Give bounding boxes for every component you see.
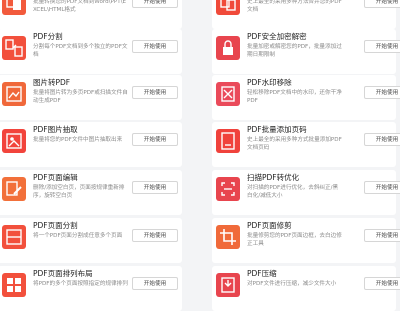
pdf-page-edit-icon	[2, 177, 26, 201]
tool-title: PDF图片抽取	[33, 125, 78, 134]
tool-description: 将一个PDF页面分割成任意多个页面	[33, 233, 123, 239]
tool-description: 批量加密或解密您的PDF，批量添加过期日期限制	[247, 44, 342, 58]
tool-description: 分割每个PDF文档到多个独立的PDF文档	[33, 44, 128, 58]
pdf-compress-icon	[216, 273, 240, 297]
tool-description: 将PDF的多个页面按照指定的规律排列	[33, 281, 128, 287]
pdf-merge-icon	[216, 0, 240, 15]
tool-card: PDF合并大师史上最全的采用多种方法合并您的PDF文档开始使用	[212, 0, 400, 29]
start-button[interactable]: 开始使用	[132, 229, 178, 242]
pdf-split-icon	[2, 36, 26, 60]
tool-title: PDF页面排列布局	[33, 269, 93, 278]
tool-card: PDF安全加密解密批量加密或解密您的PDF，批量添加过期日期限制 开始使用	[212, 29, 400, 74]
start-button[interactable]: 开始使用	[132, 0, 178, 8]
pdf-image-extract-icon	[2, 129, 26, 153]
tool-title: PDF页面修剪	[247, 221, 292, 230]
tool-title: PDF批量添加页码	[247, 125, 307, 134]
tool-card: PDF分割分割每个PDF文档到多个独立的PDF文档 开始使用	[0, 29, 182, 74]
image-to-pdf-icon	[2, 82, 26, 106]
tool-title: 扫描PDF转优化	[247, 173, 300, 182]
pdf-to-office-icon	[2, 0, 26, 15]
tool-title: PDF压缩	[247, 269, 277, 278]
start-button[interactable]: 开始使用	[364, 40, 400, 53]
start-button[interactable]: 开始使用	[132, 133, 178, 146]
tool-description: 批量将您的PDF文件中图片抽取出来	[33, 137, 123, 143]
tool-description: 批量修剪您的PDF页面边框，去白边修正工具	[247, 233, 342, 247]
tool-title: PDF安全加密解密	[247, 32, 307, 41]
tool-description: 批量将图片转为多页PDF或扫描文件自动生成PDF	[33, 90, 128, 104]
start-button[interactable]: 开始使用	[132, 86, 178, 99]
tool-title: PDF分割	[33, 32, 63, 41]
start-button[interactable]: 开始使用	[364, 86, 400, 99]
start-button[interactable]: 开始使用	[364, 277, 400, 290]
tool-title: PDF水印移除	[247, 78, 292, 87]
tool-card: PDF页面修剪批量修剪您的PDF页面边框，去白边修正工具 开始使用	[212, 218, 400, 263]
tool-card: PDF页面分割将一个PDF页面分割成任意多个页面 开始使用	[0, 218, 182, 263]
pdf-page-split-icon	[2, 225, 26, 249]
scan-pdf-optimize-icon	[216, 177, 240, 201]
tool-card: PDF压缩对PDF文件进行压缩，减少文件大小 开始使用	[212, 266, 400, 311]
tool-card: PDF批量转Office文档批量转换您的PDF文档到Word\PPT\EXCEL…	[0, 0, 182, 29]
tool-description: 批量转换您的PDF文档到Word\PPT\EXCEL\HTML格式	[33, 0, 127, 13]
tool-card: PDF页面编辑删除/添加空白页，页面按规律重新排序，旋转空白页 开始使用	[0, 170, 182, 215]
tool-card: PDF图片抽取批量将您的PDF文件中图片抽取出来 开始使用	[0, 122, 182, 167]
tool-card: PDF页面排列布局将PDF的多个页面按照指定的规律排列 开始使用	[0, 266, 182, 311]
tool-title: PDF页面分割	[33, 221, 78, 230]
pdf-page-number-icon	[216, 129, 240, 153]
pdf-page-trim-icon	[216, 225, 240, 249]
tool-card: PDF批量添加页码史上最全的采用多种方式批量添加PDF文档页码 开始使用	[212, 122, 400, 167]
start-button[interactable]: 开始使用	[132, 181, 178, 194]
start-button[interactable]: 开始使用	[364, 181, 400, 194]
start-button[interactable]: 开始使用	[364, 0, 400, 8]
tool-title: PDF页面编辑	[33, 173, 78, 182]
tool-description: 史上最全的采用多种方式批量添加PDF文档页码	[247, 137, 342, 151]
tool-description: 对PDF文件进行压缩，减少文件大小	[247, 281, 337, 287]
pdf-page-layout-icon	[2, 273, 26, 297]
tool-description: 删除/添加空白页，页面按规律重新排序，旋转空白页	[33, 185, 125, 199]
tool-description: 轻松移除PDF文档中的水印，还你干净PDF	[247, 90, 342, 104]
tool-description: 史上最全的采用多种方法合并您的PDF文档	[247, 0, 342, 13]
tool-card: 扫描PDF转优化对扫描的PDF进行优化，去斜纠正/黑白化/减低大小 开始使用	[212, 170, 400, 215]
tool-title: 图片转PDF	[33, 78, 71, 87]
start-button[interactable]: 开始使用	[132, 40, 178, 53]
tool-description: 对扫描的PDF进行优化，去斜纠正/黑白化/减低大小	[247, 185, 339, 199]
pdf-security-icon	[216, 36, 240, 60]
start-button[interactable]: 开始使用	[364, 133, 400, 146]
start-button[interactable]: 开始使用	[132, 277, 178, 290]
tool-card: 图片转PDF 批量将图片转为多页PDF或扫描文件自动生成PDF 开始使用	[0, 75, 182, 120]
tool-card: PDF水印移除轻松移除PDF文档中的水印，还你干净PDF 开始使用	[212, 75, 400, 120]
start-button[interactable]: 开始使用	[364, 229, 400, 242]
pdf-watermark-remove-icon	[216, 82, 240, 106]
